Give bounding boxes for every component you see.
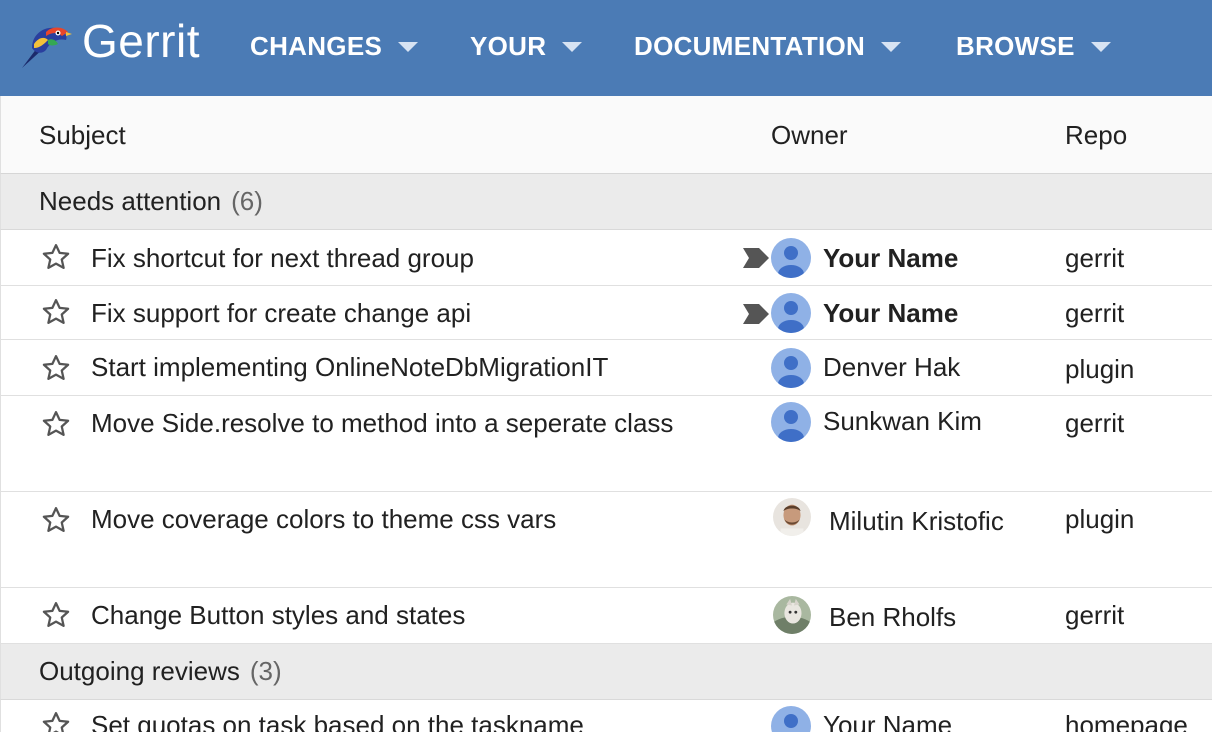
- star-icon[interactable]: [41, 600, 71, 630]
- repo-name[interactable]: homepage: [1065, 710, 1188, 732]
- section-label: Outgoing reviews: [39, 656, 240, 686]
- section-needs-attention: Needs attention (6): [0, 174, 1212, 230]
- avatar[interactable]: [773, 498, 811, 536]
- section-title: Outgoing reviews (3): [39, 656, 282, 687]
- change-subject[interactable]: Set quotas on task based on the taskname: [91, 710, 584, 732]
- top-header: Gerrit CHANGES YOUR DOCUMENTATION BROWSE: [0, 0, 1212, 96]
- change-subject[interactable]: Change Button styles and states: [91, 600, 465, 631]
- nav-your[interactable]: YOUR: [470, 30, 583, 62]
- nav-documentation[interactable]: DOCUMENTATION: [634, 30, 902, 62]
- column-header-repo: Repo: [1065, 120, 1128, 150]
- section-label: Needs attention: [39, 186, 222, 216]
- change-subject[interactable]: Start implementing OnlineNoteDbMigration…: [91, 352, 608, 383]
- change-subject[interactable]: Fix shortcut for next thread group: [91, 243, 474, 274]
- star-icon[interactable]: [41, 505, 71, 535]
- repo-name[interactable]: plugin: [1065, 504, 1134, 535]
- repo-name[interactable]: gerrit: [1065, 408, 1124, 439]
- gerrit-brand[interactable]: Gerrit: [82, 14, 200, 68]
- nav-changes-label: CHANGES: [250, 30, 383, 61]
- avatar[interactable]: [771, 348, 811, 388]
- star-icon[interactable]: [41, 710, 71, 732]
- nav-browse[interactable]: BROWSE: [956, 30, 1111, 62]
- gerrit-logo-icon[interactable]: [18, 18, 72, 72]
- chevron-down-icon: [398, 42, 419, 52]
- avatar[interactable]: [771, 293, 811, 333]
- chevron-down-icon: [1090, 42, 1111, 52]
- chevron-down-icon: [881, 42, 902, 52]
- change-subject[interactable]: Fix support for create change api: [91, 298, 471, 329]
- repo-name[interactable]: gerrit: [1065, 600, 1124, 631]
- table-row[interactable]: Change Button styles and states Ben Rhol…: [0, 588, 1212, 644]
- table-row[interactable]: Set quotas on task based on the taskname…: [0, 700, 1212, 732]
- table-row[interactable]: Start implementing OnlineNoteDbMigration…: [0, 340, 1212, 396]
- repo-name[interactable]: gerrit: [1065, 243, 1124, 274]
- star-icon[interactable]: [41, 242, 71, 272]
- star-icon[interactable]: [41, 353, 71, 383]
- owner-name[interactable]: Your Name: [823, 298, 958, 329]
- avatar[interactable]: [771, 238, 811, 278]
- table-row[interactable]: Fix support for create change api Your N…: [0, 286, 1212, 340]
- section-count: (3): [249, 656, 282, 686]
- owner-name[interactable]: Ben Rholfs: [829, 602, 956, 633]
- owner-name[interactable]: Your Name: [823, 710, 952, 732]
- nav-documentation-label: DOCUMENTATION: [634, 30, 866, 61]
- change-subject[interactable]: Move Side.resolve to method into a seper…: [91, 408, 673, 439]
- repo-name[interactable]: plugin: [1065, 354, 1134, 385]
- owner-name[interactable]: Denver Hak: [823, 352, 960, 383]
- column-header-owner: Owner: [771, 120, 848, 150]
- section-title: Needs attention (6): [39, 186, 263, 217]
- attention-marker-icon: [743, 304, 769, 324]
- column-header-subject: Subject: [39, 120, 126, 150]
- nav-changes[interactable]: CHANGES: [250, 30, 419, 62]
- owner-name[interactable]: Sunkwan Kim: [823, 406, 982, 437]
- change-subject[interactable]: Move coverage colors to theme css vars: [91, 504, 556, 535]
- avatar[interactable]: [773, 596, 811, 634]
- owner-name[interactable]: Your Name: [823, 243, 958, 274]
- star-icon[interactable]: [41, 409, 71, 439]
- avatar[interactable]: [771, 706, 811, 732]
- repo-name[interactable]: gerrit: [1065, 298, 1124, 329]
- section-outgoing-reviews: Outgoing reviews (3): [0, 644, 1212, 700]
- table-row[interactable]: Move Side.resolve to method into a seper…: [0, 396, 1212, 492]
- avatar[interactable]: [771, 402, 811, 442]
- attention-marker-icon: [743, 248, 769, 268]
- change-list-table: Subject Owner Repo Needs attention (6) Fi…: [0, 96, 1212, 732]
- nav-your-label: YOUR: [470, 30, 547, 61]
- chevron-down-icon: [562, 42, 583, 52]
- star-icon[interactable]: [41, 297, 71, 327]
- table-row[interactable]: Move coverage colors to theme css vars M…: [0, 492, 1212, 588]
- table-header: Subject Owner Repo: [0, 96, 1212, 174]
- table-row[interactable]: Fix shortcut for next thread group Your …: [0, 230, 1212, 286]
- nav-browse-label: BROWSE: [956, 30, 1075, 61]
- section-count: (6): [231, 186, 263, 216]
- owner-name[interactable]: Milutin Kristofic: [829, 506, 1004, 537]
